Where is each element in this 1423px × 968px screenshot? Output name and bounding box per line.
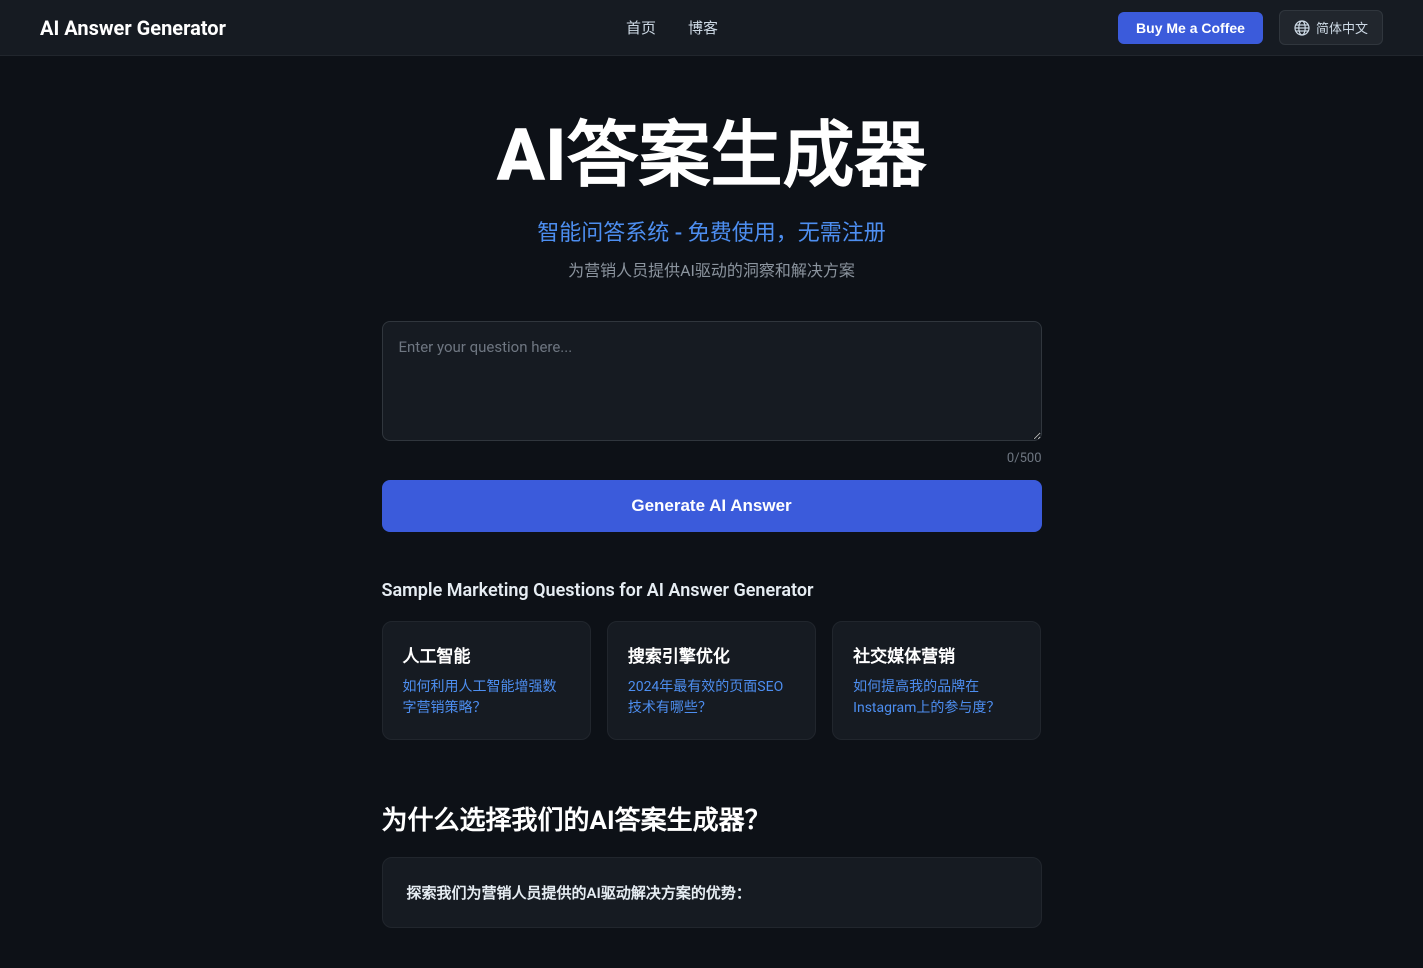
hero-description: 为营销人员提供AI驱动的洞察和解决方案 [382, 257, 1042, 281]
sample-card-2[interactable]: 社交媒体营销 如何提高我的品牌在Instagram上的参与度？ [832, 621, 1041, 740]
sample-cards-grid: 人工智能 如何利用人工智能增强数字营销策略？ 搜索引擎优化 2024年最有效的页… [382, 621, 1042, 740]
card-category-1: 搜索引擎优化 [628, 642, 795, 667]
card-category-0: 人工智能 [403, 642, 570, 667]
card-question-1: 2024年最有效的页面SEO技术有哪些？ [628, 677, 795, 719]
navbar: AI Answer Generator 首页 博客 Buy Me a Coffe… [0, 0, 1423, 56]
generate-button[interactable]: Generate AI Answer [382, 480, 1042, 532]
char-count: 0/500 [382, 451, 1042, 466]
card-question-0: 如何利用人工智能增强数字营销策略？ [403, 677, 570, 719]
why-box: 探索我们为营销人员提供的AI驱动解决方案的优势： [382, 857, 1042, 928]
hero-subtitle: 智能问答系统 - 免费使用，无需注册 [382, 215, 1042, 247]
card-category-2: 社交媒体营销 [853, 642, 1020, 667]
question-input[interactable] [382, 321, 1042, 441]
sample-section-title: Sample Marketing Questions for AI Answer… [382, 580, 1042, 601]
page-title: AI答案生成器 [382, 116, 1042, 195]
nav-right: Buy Me a Coffee 简体中文 [1118, 10, 1383, 45]
why-section-title: 为什么选择我们的AI答案生成器？ [382, 800, 1042, 837]
language-selector-button[interactable]: 简体中文 [1279, 10, 1383, 45]
globe-icon [1294, 20, 1310, 36]
site-logo: AI Answer Generator [40, 16, 226, 40]
buy-coffee-button[interactable]: Buy Me a Coffee [1118, 12, 1263, 44]
card-question-2: 如何提高我的品牌在Instagram上的参与度？ [853, 677, 1020, 719]
main-content: AI答案生成器 智能问答系统 - 免费使用，无需注册 为营销人员提供AI驱动的洞… [362, 56, 1062, 968]
nav-link-home[interactable]: 首页 [626, 17, 656, 38]
sample-card-0[interactable]: 人工智能 如何利用人工智能增强数字营销策略？ [382, 621, 591, 740]
nav-link-blog[interactable]: 博客 [688, 17, 718, 38]
sample-card-1[interactable]: 搜索引擎优化 2024年最有效的页面SEO技术有哪些？ [607, 621, 816, 740]
why-box-text: 探索我们为营销人员提供的AI驱动解决方案的优势： [407, 882, 1017, 903]
nav-links: 首页 博客 [626, 17, 718, 38]
language-label: 简体中文 [1316, 18, 1368, 37]
